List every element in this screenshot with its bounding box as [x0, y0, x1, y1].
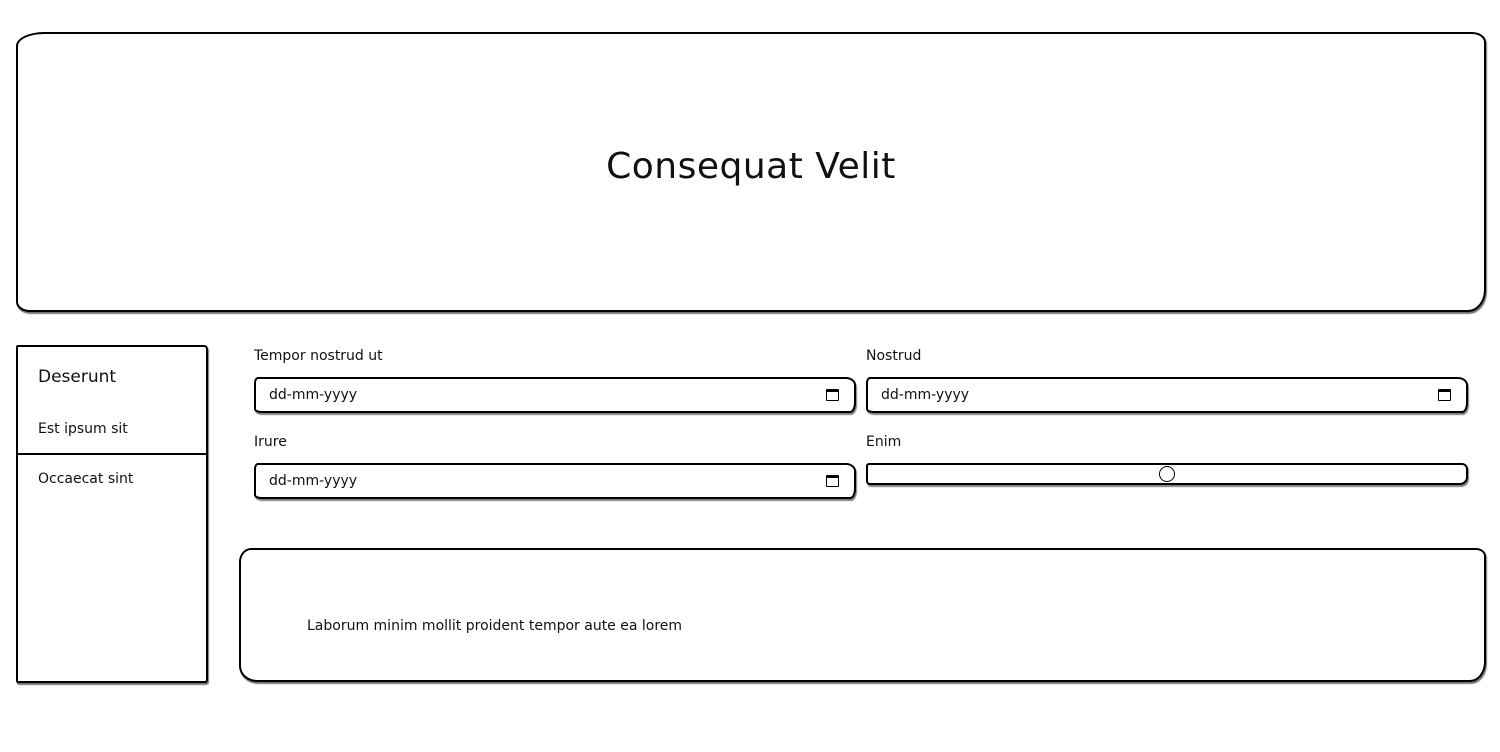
enim-slider[interactable]: [866, 463, 1468, 485]
tempor-nostrud-ut-date-input[interactable]: dd-mm-yyyy: [254, 377, 856, 413]
enim-label: Enim: [866, 434, 902, 450]
nostrud-date-input[interactable]: dd-mm-yyyy: [866, 377, 1468, 413]
date-placeholder: dd-mm-yyyy: [269, 387, 358, 403]
calendar-icon[interactable]: [1438, 389, 1451, 401]
irure-label: Irure: [254, 434, 287, 450]
date-placeholder: dd-mm-yyyy: [881, 387, 970, 403]
slider-thumb[interactable]: [1159, 466, 1175, 482]
nostrud-label: Nostrud: [866, 348, 922, 364]
header-banner: Consequat Velit: [16, 32, 1486, 312]
irure-date-input[interactable]: dd-mm-yyyy: [254, 463, 856, 499]
page-title: Consequat Velit: [606, 146, 896, 187]
sidebar-divider: [18, 453, 206, 455]
sidebar-item-est-ipsum-sit[interactable]: Est ipsum sit: [38, 421, 128, 437]
sidebar-title: Deserunt: [38, 367, 117, 387]
calendar-icon[interactable]: [826, 389, 839, 401]
sidebar: Deserunt Est ipsum sit Occaecat sint: [16, 345, 208, 683]
date-placeholder: dd-mm-yyyy: [269, 473, 358, 489]
sidebar-item-occaecat-sint[interactable]: Occaecat sint: [38, 471, 133, 487]
note-box: Laborum minim mollit proident tempor aut…: [239, 548, 1486, 682]
tempor-nostrud-ut-label: Tempor nostrud ut: [254, 348, 383, 364]
calendar-icon[interactable]: [826, 475, 839, 487]
note-text: Laborum minim mollit proident tempor aut…: [307, 618, 683, 634]
